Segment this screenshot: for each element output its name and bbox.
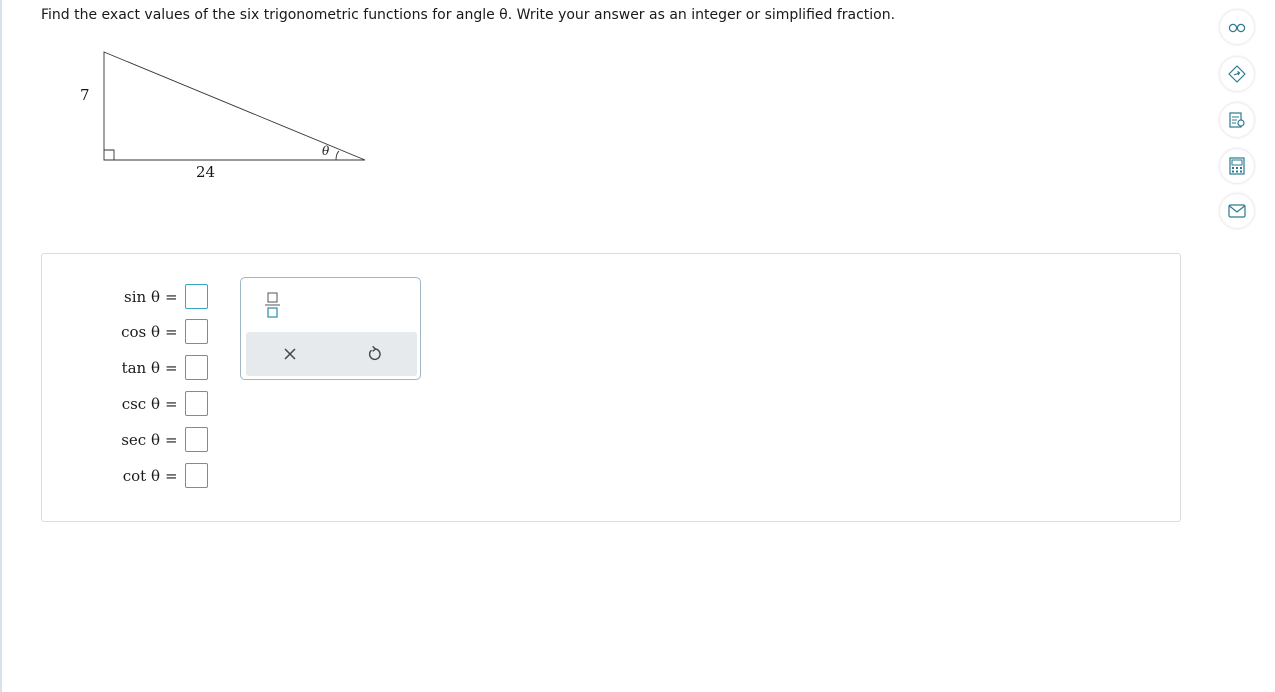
function-label: cot θ	[122, 467, 160, 485]
glasses-icon	[1228, 23, 1246, 33]
row-cos: cos θ =	[42, 319, 222, 347]
side-label-horizontal: 24	[196, 163, 216, 181]
undo-button[interactable]	[365, 344, 385, 364]
undo-icon	[368, 345, 381, 361]
triangle-diagram	[103, 51, 366, 161]
row-tan: tan θ =	[42, 355, 222, 383]
right-angle-marker	[104, 149, 115, 160]
notes-button[interactable]	[1220, 103, 1254, 137]
mail-button[interactable]	[1220, 194, 1254, 228]
tag-icon	[1228, 65, 1246, 83]
sec-answer-input[interactable]	[185, 427, 208, 452]
equals-sign: =	[165, 467, 178, 485]
function-label: csc θ	[121, 395, 160, 413]
function-label: tan θ	[121, 359, 160, 377]
function-label: sin θ	[124, 288, 160, 306]
equals-sign: =	[165, 395, 178, 413]
row-cot: cot θ =	[42, 463, 222, 491]
row-csc: csc θ =	[42, 391, 222, 419]
row-sec: sec θ =	[42, 427, 222, 455]
equals-sign: =	[165, 431, 178, 449]
clear-icon	[284, 348, 296, 360]
row-sin: sin θ =	[42, 284, 222, 312]
fraction-button[interactable]	[263, 290, 283, 320]
notes-icon	[1229, 112, 1245, 128]
equals-sign: =	[165, 359, 178, 377]
cot-answer-input[interactable]	[185, 463, 208, 488]
question-text: Find the exact values of the six trigono…	[41, 7, 896, 23]
equals-sign: =	[165, 288, 178, 306]
angle-label: θ	[322, 144, 330, 158]
csc-answer-input[interactable]	[185, 391, 208, 416]
angle-arc	[335, 150, 340, 161]
function-label: sec θ	[121, 431, 160, 449]
cos-answer-input[interactable]	[185, 319, 208, 344]
function-label: cos θ	[121, 323, 160, 341]
tan-answer-input[interactable]	[185, 355, 208, 380]
mail-icon	[1228, 204, 1246, 218]
keypad-action-bar	[246, 332, 417, 376]
read-aloud-button[interactable]	[1220, 10, 1254, 44]
triangle-figure: 7 24 θ	[60, 40, 400, 190]
tag-button[interactable]	[1220, 57, 1254, 91]
calculator-button[interactable]	[1220, 149, 1254, 183]
sin-answer-input[interactable]	[185, 284, 208, 309]
left-border	[0, 0, 2, 692]
fraction-icon	[265, 292, 280, 318]
side-label-vertical: 7	[80, 86, 90, 104]
clear-button[interactable]	[280, 344, 300, 364]
equals-sign: =	[165, 323, 178, 341]
calculator-icon	[1229, 157, 1245, 175]
answer-panel: sin θ = cos θ = tan θ = csc θ = sec θ = …	[41, 253, 1181, 522]
math-keypad	[240, 277, 421, 380]
